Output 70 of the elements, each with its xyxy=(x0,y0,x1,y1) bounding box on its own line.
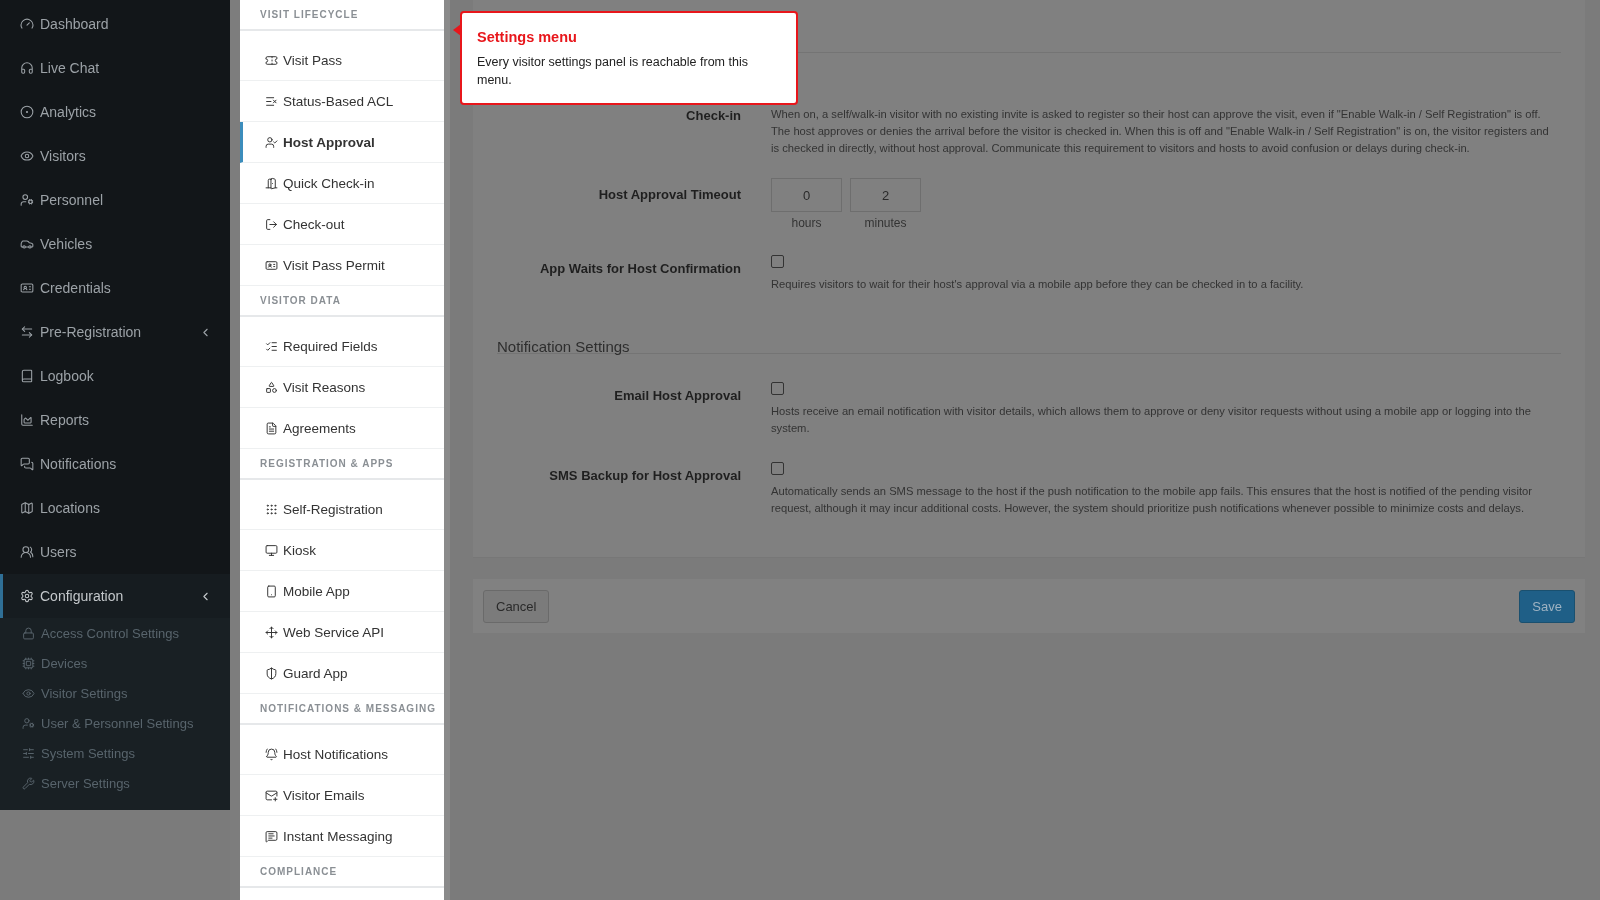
tooltip-text: Every visitor settings panel is reachable from this menu. xyxy=(477,54,749,89)
sidebar-item[interactable]: Reports xyxy=(0,398,230,442)
unit-label: minutes xyxy=(864,216,907,230)
checkbox[interactable] xyxy=(771,382,784,395)
setting-label: Host Approval Timeout xyxy=(597,186,741,204)
settings-icon xyxy=(20,589,34,603)
user-check-icon xyxy=(265,135,278,149)
number-field[interactable]: 2 xyxy=(850,178,921,212)
sidebar-item[interactable]: Vehicles xyxy=(0,222,230,266)
setting-description: Requires visitors to wait for their host's approval via a mobile app before they can be checked in to a facility. xyxy=(771,277,1305,292)
setting-label: Email Host Approval xyxy=(613,387,741,405)
checkbox[interactable] xyxy=(771,462,784,475)
person-gear-icon xyxy=(20,193,34,207)
sidebar-item[interactable]: Configuration xyxy=(0,574,230,618)
id-card-icon xyxy=(20,281,34,295)
eye-icon xyxy=(22,686,35,700)
sidebar-item[interactable]: Dashboard xyxy=(0,2,230,46)
list-x-icon xyxy=(265,94,278,108)
sidebar-item[interactable]: Analytics xyxy=(0,90,230,134)
car-icon xyxy=(20,237,34,251)
dots-icon xyxy=(265,502,278,516)
setting-label: SMS Backup for Host Approval xyxy=(548,467,741,485)
target-icon xyxy=(20,105,34,119)
shapes-icon xyxy=(265,380,278,394)
badge-icon xyxy=(265,258,278,272)
shield-icon xyxy=(265,666,278,680)
headset-icon xyxy=(20,61,34,75)
mail-icon xyxy=(265,788,278,802)
move-arrows-icon xyxy=(265,625,278,639)
chat-bubbles-icon xyxy=(20,457,34,471)
person-gear-icon xyxy=(22,716,35,730)
sidebar-item[interactable]: Live Chat xyxy=(0,46,230,90)
lock-icon xyxy=(22,626,35,640)
sidebar-item[interactable]: Locations xyxy=(0,486,230,530)
eye-icon xyxy=(20,149,34,163)
door-icon xyxy=(265,176,278,190)
sidebar-item[interactable]: Credentials xyxy=(0,266,230,310)
setting-label: Check-in xyxy=(685,107,741,125)
exit-icon xyxy=(265,217,278,231)
ticket-icon xyxy=(265,53,278,67)
phone-icon xyxy=(265,584,278,598)
chip-icon xyxy=(22,656,35,670)
book-icon xyxy=(20,369,34,383)
setting-description: When on, a self/walk-in visitor with no existing invite is asked to register so their host can approve the visit, even if "Enable Walk-in / Self Registration" is off. The host approves or denies the arrival before the visitor is checked in. When this is off and "Enable Walk-in / Self Registration" is on, the visitor registers and is checked in directly, without host approval. Communicate this requirement to visitors and hosts to avoid confusion or delays during check-in. xyxy=(771,107,1550,156)
wrench-icon xyxy=(22,776,35,790)
sidebar-item[interactable]: Personnel xyxy=(0,178,230,222)
document-icon xyxy=(265,421,278,435)
setting-description: Hosts receive an email notification with visitor details, which allows them to approve or deny visitor requests without using a mobile app or logging into the system. xyxy=(771,404,1532,436)
sidebar-item[interactable]: Users xyxy=(0,530,230,574)
setting-description: Automatically sends an SMS message to the host if the push notification to the mobile app fails. This ensures that the host is notified of the pending visitor request, although it may incur additional costs. However, the system should prioritize push notifications whenever possible to minimize costs and delays. xyxy=(771,484,1533,516)
chart-icon xyxy=(20,413,34,427)
users-icon xyxy=(20,545,34,559)
sidebar-item[interactable]: Notifications xyxy=(0,442,230,486)
sidebar-item[interactable]: Visitors xyxy=(0,134,230,178)
checkbox[interactable] xyxy=(771,255,784,268)
sidebar-item[interactable]: Pre-Registration xyxy=(0,310,230,354)
checklist-icon xyxy=(265,339,278,353)
map-icon xyxy=(20,501,34,515)
arrows-icon xyxy=(20,325,34,339)
sidebar-item[interactable]: Logbook xyxy=(0,354,230,398)
section-heading: Notification Settings xyxy=(497,336,631,353)
tooltip-title: Settings menu xyxy=(477,29,578,45)
unit-label: hours xyxy=(791,216,822,230)
sliders-icon xyxy=(22,746,35,760)
setting-label: App Waits for Host Confirmation xyxy=(539,260,741,278)
bell-icon xyxy=(265,747,278,761)
gauge-icon xyxy=(20,17,34,31)
monitor-icon xyxy=(265,543,278,557)
message-icon xyxy=(265,829,278,843)
number-field[interactable]: 0 xyxy=(771,178,842,212)
